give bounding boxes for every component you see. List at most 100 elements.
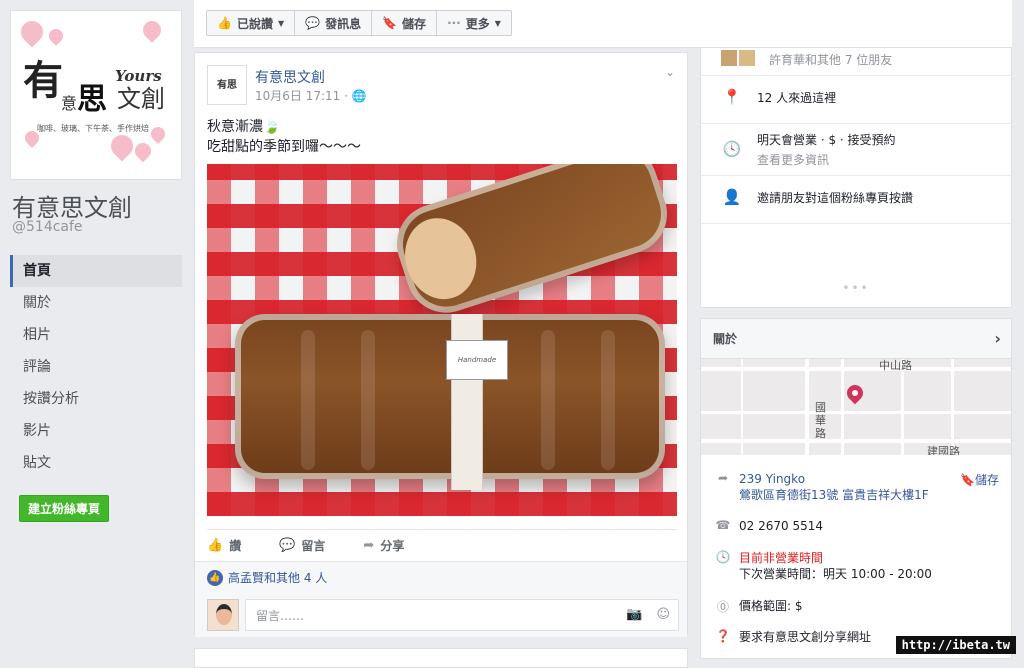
friend-avatars[interactable] [721,50,755,66]
phone-row: ☎ 02 2670 5514 [701,518,1011,538]
globe-icon: 🌐 [351,89,367,103]
community-info-card: 許育華和其他 7 位朋友 📍 12 人來過這裡 🕓 明天會營業 · $ · 接受… [700,48,1012,308]
feed-post: 有思 有意思文創 10月6日 17:11 · 🌐 ⌄ 秋意漸濃🍃 吃甜點的季節到… [194,52,688,637]
cake-roll-front: Handmade [235,314,665,490]
create-page-button[interactable]: 建立粉絲專頁 [19,495,110,522]
logo: 有 Yours 意思 文創 咖啡、玻璃、下午茶、手作烘焙 [15,15,177,175]
nav-item-likes[interactable]: 按讚分析 [10,383,182,415]
nav-item-posts[interactable]: 貼文 [10,447,182,479]
about-card: 關於 › 中山路 國華路 建國路 ➦ 239 Yingko 鶯歌區育德街13號 … [700,318,1012,659]
handmade-label: Handmade [446,340,508,380]
map-road-label: 建國路 [927,445,960,455]
post-likes-summary[interactable]: 👍 高孟賢和其他 4 人 [195,561,687,593]
page-profile-picture[interactable]: 有 Yours 意思 文創 咖啡、玻璃、下午茶、手作烘焙 [10,10,182,180]
about-title: 關於 [713,332,738,346]
nav-item-reviews[interactable]: 評論 [10,351,182,383]
friends-like-text[interactable]: 許育華和其他 7 位朋友 [769,50,892,70]
chevron-right-icon[interactable]: › [994,329,1001,348]
directions-arrow-icon: ➦ [717,471,729,485]
action-button-group: 👍 已說讚 ▼ 💬 發訊息 🔖 儲存 ··· 更多 ▼ [206,10,512,36]
nav-item-photos[interactable]: 相片 [10,319,182,351]
address-line-1[interactable]: 239 Yingko [739,471,929,487]
more-button[interactable]: ··· 更多 ▼ [437,11,511,35]
user-avatar[interactable] [207,599,239,631]
message-label: 發訊息 [325,16,362,31]
liked-label: 已說讚 [236,16,273,31]
post-options-chevron-icon[interactable]: ⌄ [665,65,675,79]
invite-friends-link[interactable]: 邀請朋友對這個粉絲專頁按讚 [757,188,913,208]
liked-button[interactable]: 👍 已說讚 ▼ [207,11,296,35]
clock-icon: 🕓 [715,550,731,564]
logo-tagline: 咖啡、玻璃、下午茶、手作烘焙 [37,124,149,133]
more-dots-icon[interactable]: ••• [701,281,1011,295]
cake-roll-back [386,164,677,324]
post-text-line: 吃甜點的季節到囉～～～ [207,139,361,155]
more-label: 更多 [465,16,490,31]
likes-text[interactable]: 高孟賢和其他 4 人 [228,569,327,586]
message-button[interactable]: 💬 發訊息 [295,11,373,35]
post-timestamp[interactable]: 10月6日 17:11 · 🌐 [255,87,367,104]
share-arrow-icon: ➦ [363,538,375,553]
invite-row: 👤 邀請朋友對這個粉絲專頁按讚 [701,176,1011,224]
post-actions: 👍 讚 💬 留言 ➦ 分享 [207,529,677,561]
location-pin-icon: 📍 [722,88,742,106]
next-hours: 下次營業時間：明天 10:00 - 20:00 [739,567,932,581]
phone-number[interactable]: 02 2670 5514 [739,518,823,538]
map-road-label: 國華路 [815,401,826,440]
phone-icon: ☎ [715,518,731,532]
price-row: ⓪ 價格範圍: $ [701,598,1011,618]
comment-button[interactable]: 💬 留言 [279,537,325,554]
camera-icon[interactable]: 📷 [626,607,642,622]
address-row: ➦ 239 Yingko 鶯歌區育德街13號 富貴吉祥大樓1F 🔖儲存 [701,471,1011,507]
visits-row: 📍 12 人來過這裡 [701,76,1011,124]
question-icon: ❓ [715,629,731,643]
comment-input[interactable]: 留言…… 📷 ☺ [245,599,679,631]
thumbs-up-icon: 👍 [207,538,224,553]
page-handle[interactable]: @514cafe [12,219,83,235]
save-location-button[interactable]: 🔖儲存 [960,471,999,488]
comment-placeholder: 留言…… [256,608,305,623]
address-line-2[interactable]: 鶯歌區育德街13號 富貴吉祥大樓1F [739,487,929,503]
closed-status: 目前非營業時間 [739,551,824,565]
nav-item-about[interactable]: 關於 [10,287,182,319]
location-map[interactable]: 中山路 國華路 建國路 [701,359,1011,455]
nav-item-videos[interactable]: 影片 [10,415,182,447]
nav-item-home[interactable]: 首頁 [10,255,182,287]
page-nav: 首頁 關於 相片 評論 按讚分析 影片 貼文 [10,255,182,479]
price-range: 價格範圍: $ [739,599,803,613]
request-url-link[interactable]: 要求有意思文創分享網址 [739,629,871,649]
post-text-line: 秋意漸濃🍃 [207,119,281,135]
message-bubble-icon: 💬 [305,16,321,30]
save-button[interactable]: 🔖 儲存 [372,11,438,35]
post-photo-cake-rolls[interactable]: Handmade [207,164,677,516]
post-author-avatar[interactable]: 有思 [207,65,247,105]
about-header[interactable]: 關於 › [701,319,1011,359]
see-more-info-link[interactable]: 查看更多資訊 [757,150,896,170]
logo-wenchuang: 文創 [117,85,165,113]
hours-summary: 明天會營業 · $ · 接受預約 [757,133,896,147]
bookmark-icon: 🔖 [960,473,975,487]
page-title: 有意思文創 [12,194,132,222]
share-button[interactable]: ➦ 分享 [363,537,404,554]
add-friend-icon: 👤 [722,188,742,206]
watermark: http://ibeta.tw [895,636,1016,654]
map-road-label: 中山路 [879,359,912,372]
hours-row: 🕓 明天會營業 · $ · 接受預約 查看更多資訊 [701,124,1011,176]
like-reaction-icon: 👍 [207,569,223,586]
map-pin-icon [843,381,867,405]
bookmark-icon: 🔖 [382,16,398,30]
post-author-name[interactable]: 有意思文創 [255,67,325,87]
ellipsis-icon: ··· [447,16,461,30]
next-feed-post [194,648,688,668]
comment-composer: 留言…… 📷 ☺ [195,593,687,637]
visits-text[interactable]: 12 人來過這裡 [757,88,836,108]
like-button[interactable]: 👍 讚 [207,537,241,554]
logo-yisi: 意思 [61,82,108,117]
save-label: 儲存 [402,16,427,31]
post-text: 秋意漸濃🍃 吃甜點的季節到囉～～～ [207,117,361,157]
logo-yours: Yours [115,67,162,85]
page-action-bar: 👍 已說讚 ▼ 💬 發訊息 🔖 儲存 ··· 更多 ▼ [194,0,1012,48]
emoji-icon[interactable]: ☺ [656,607,670,622]
friends-like-row: 許育華和其他 7 位朋友 [701,48,1011,76]
logo-main-char: 有 [23,57,63,104]
